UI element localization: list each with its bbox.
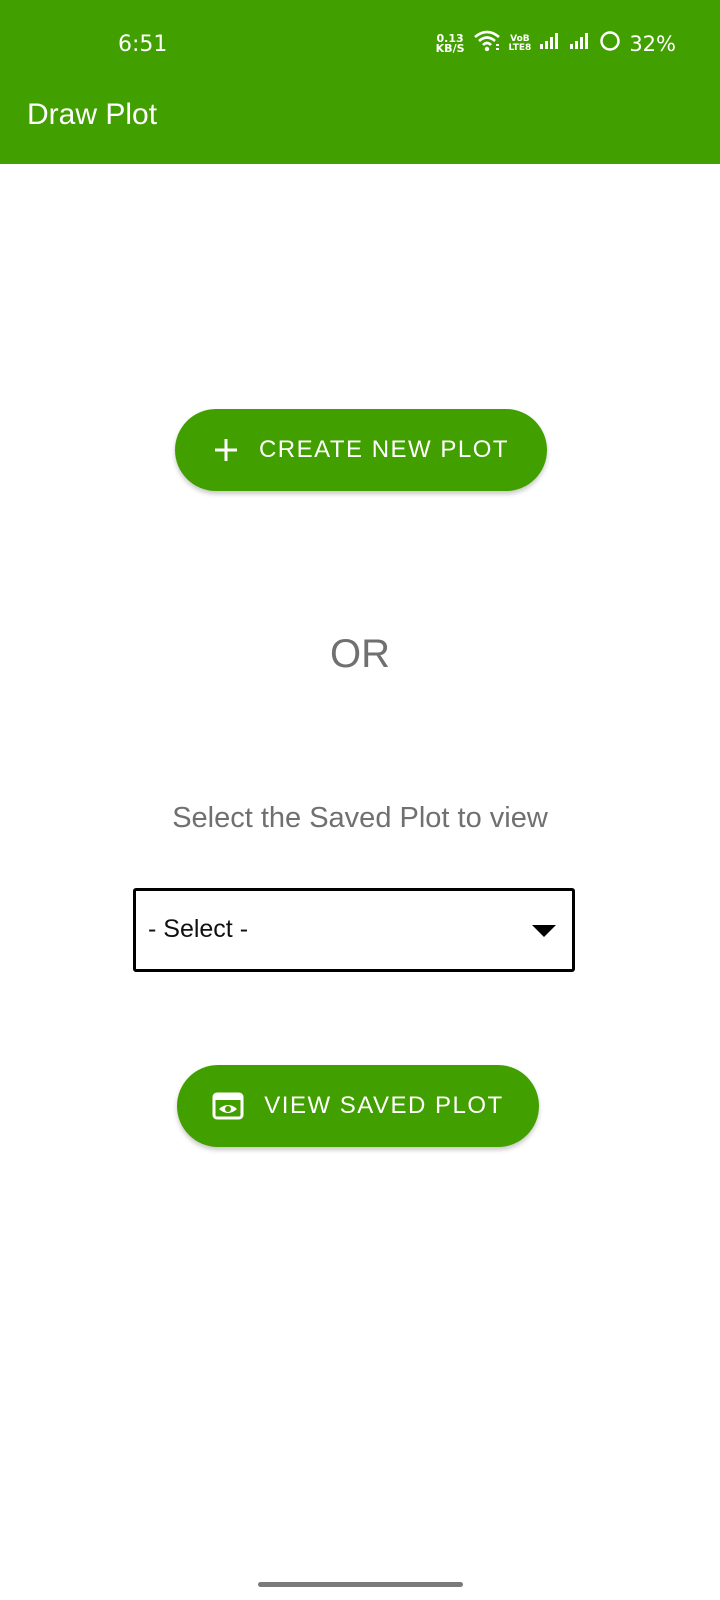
signal-icon-sim1 [539,32,561,55]
eye-icon [212,1092,244,1120]
status-icons: 0.13 KB/S VoB LTE8 32% [436,30,676,57]
create-new-plot-button[interactable]: CREATE NEW PLOT [175,409,547,491]
dropdown-selected-value: - Select - [148,915,249,943]
volte-bottom-text: LTE8 [508,42,532,53]
plus-icon [213,437,239,463]
page-title: Draw Plot [27,98,158,131]
create-new-plot-label: CREATE NEW PLOT [258,436,510,463]
select-saved-plot-label: Select the Saved Plot to view [172,802,548,834]
dropdown-arrow-icon [532,925,556,937]
network-speed: 0.13 KB/S [435,33,465,55]
top-app-bar: 6:51 0.13 KB/S VoB LTE8 32% Draw Plot [0,0,720,164]
or-divider-text: OR [330,632,390,676]
view-saved-plot-label: VIEW SAVED PLOT [264,1092,504,1119]
battery-icon [599,30,621,57]
saved-plot-dropdown[interactable]: - Select - [133,888,575,972]
view-saved-plot-button[interactable]: VIEW SAVED PLOT [177,1065,539,1147]
wifi-icon [473,30,501,57]
battery-percentage: 32% [629,31,676,56]
volte-indicator: VoB LTE8 [508,34,532,53]
status-time: 6:51 [118,32,168,57]
signal-icon-sim2 [569,32,591,55]
network-speed-unit: KB/S [435,41,465,55]
home-indicator[interactable] [258,1582,463,1587]
